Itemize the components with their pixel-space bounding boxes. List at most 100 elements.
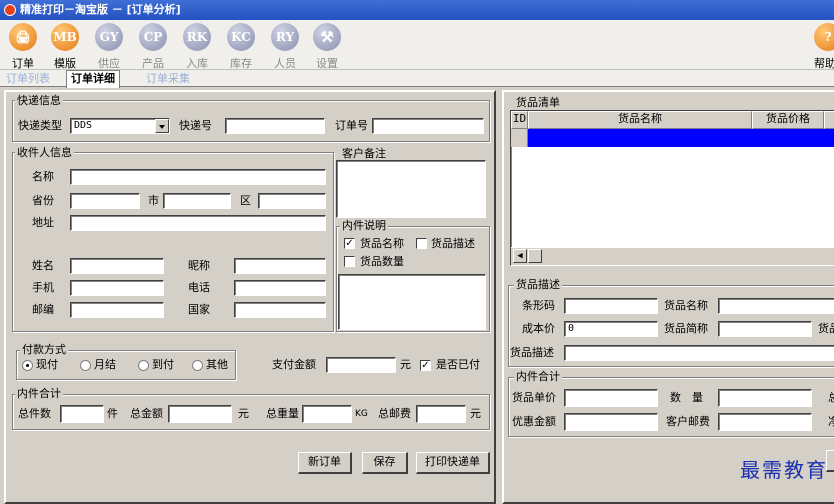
pay-unit-label: 元 bbox=[400, 358, 411, 371]
total-amount-input[interactable] bbox=[168, 405, 232, 423]
monthly-radio[interactable] bbox=[80, 360, 91, 371]
nickname-label: 昵称 bbox=[188, 259, 210, 272]
pay-amount-input[interactable] bbox=[326, 357, 396, 373]
mobile-label: 手机 bbox=[32, 281, 54, 294]
barcode-input[interactable] bbox=[564, 298, 658, 314]
staff-icon: RY bbox=[271, 23, 299, 51]
country-input[interactable] bbox=[234, 302, 326, 318]
opt-desc-checkbox[interactable] bbox=[416, 238, 427, 249]
tab-order-list[interactable]: 订单列表 bbox=[2, 72, 54, 87]
toolbar-product-button[interactable]: CP 产品 bbox=[136, 23, 170, 70]
grid-col-name[interactable]: 货品名称 bbox=[528, 111, 752, 129]
total-amount-label: 总金额 bbox=[130, 407, 163, 420]
new-order-button[interactable]: 新订单 bbox=[298, 452, 352, 474]
template-icon: MB bbox=[51, 23, 79, 51]
cod-radio[interactable] bbox=[138, 360, 149, 371]
goods-desc-input[interactable] bbox=[564, 345, 834, 361]
goods-list-grid[interactable]: ID 货品名称 货品价格 ◀ bbox=[510, 110, 834, 266]
grid-col-extra[interactable] bbox=[824, 111, 834, 129]
opt-qty-checkbox[interactable] bbox=[344, 256, 355, 267]
toolbar-help-button[interactable]: ? 帮助 bbox=[812, 23, 834, 70]
customer-note-textarea[interactable] bbox=[336, 160, 486, 218]
toolbar-stock-button[interactable]: KC 库存 bbox=[224, 23, 258, 70]
toolbar-supply-button[interactable]: GY 供应 bbox=[92, 23, 126, 70]
opt-desc-label: 货品描述 bbox=[431, 237, 475, 250]
toolbar-inbound-label: 入库 bbox=[186, 57, 208, 70]
grid-row-indicator bbox=[511, 129, 528, 147]
total-amount-unit: 元 bbox=[238, 407, 249, 420]
goods-name-label: 货品名称 bbox=[664, 299, 708, 312]
print-express-button[interactable]: 打印快递单 bbox=[416, 452, 490, 474]
inbound-icon: RK bbox=[183, 23, 211, 51]
mobile-input[interactable] bbox=[70, 280, 164, 296]
toolbar-inbound-button[interactable]: RK 入库 bbox=[180, 23, 214, 70]
short-name-label: 货品简称 bbox=[664, 322, 708, 335]
district-input[interactable] bbox=[258, 193, 326, 209]
goods-desc-label: 货品描述 bbox=[510, 346, 554, 359]
horizontal-scrollbar[interactable]: ◀ bbox=[511, 247, 834, 265]
other-radio[interactable] bbox=[192, 360, 203, 371]
total-count-input[interactable] bbox=[60, 405, 104, 423]
scroll-thumb[interactable] bbox=[528, 249, 542, 263]
express-type-label: 快递类型 bbox=[18, 119, 62, 132]
phone-label: 电话 bbox=[188, 281, 210, 294]
payment-legend: 付款方式 bbox=[20, 343, 68, 356]
postage-label: 客户邮费 bbox=[666, 415, 710, 428]
order-detail-panel: 快递信息 快递类型 DDS 快递号 订单号 收件人信息 名称 省份 市 区 地址… bbox=[4, 90, 496, 504]
city-input[interactable] bbox=[163, 193, 231, 209]
discount-input[interactable] bbox=[564, 413, 658, 431]
tools-icon: ⚒ bbox=[313, 23, 341, 51]
toolbar-settings-button[interactable]: ⚒ 设置 bbox=[310, 23, 344, 70]
qty-input[interactable] bbox=[718, 389, 812, 407]
phone-input[interactable] bbox=[234, 280, 326, 296]
cash-label: 现付 bbox=[36, 358, 58, 371]
cost-input[interactable]: 0 bbox=[564, 321, 658, 337]
grid-col-id[interactable]: ID bbox=[511, 111, 528, 129]
order-no-input[interactable] bbox=[372, 118, 484, 134]
watermark-text: 最需教育 bbox=[740, 458, 828, 482]
tab-order-collect[interactable]: 订单采集 bbox=[142, 72, 194, 87]
unit-price-input[interactable] bbox=[564, 389, 658, 407]
goods-panel: 货品清单 ID 货品名称 货品价格 ◀ 货品描述 条形码 货品名称 成本价 0 … bbox=[502, 90, 834, 504]
opt-qty-label: 货品数量 bbox=[360, 255, 404, 268]
postage-input[interactable] bbox=[718, 413, 812, 431]
scroll-left-icon[interactable]: ◀ bbox=[513, 249, 527, 263]
paid-checkbox[interactable]: ✓ bbox=[420, 360, 431, 371]
express-type-select[interactable]: DDS bbox=[70, 118, 170, 134]
toolbar-staff-button[interactable]: RY 人员 bbox=[268, 23, 302, 70]
total-weight-input[interactable] bbox=[302, 405, 352, 423]
name-input[interactable] bbox=[70, 169, 326, 185]
person-input[interactable] bbox=[70, 258, 164, 274]
toolbar-supply-label: 供应 bbox=[98, 57, 120, 70]
monthly-label: 月结 bbox=[94, 358, 116, 371]
toolbar-orders-button[interactable]: 🖨 订单 bbox=[6, 23, 40, 70]
contents-note-legend: 内件说明 bbox=[340, 219, 388, 232]
cost-label: 成本价 bbox=[522, 322, 555, 335]
total-postage-input[interactable] bbox=[416, 405, 466, 423]
receiver-info-legend: 收件人信息 bbox=[15, 146, 74, 159]
zip-label: 邮编 bbox=[32, 303, 54, 316]
contents-note-textarea[interactable] bbox=[338, 274, 486, 330]
paid-label: 是否已付 bbox=[436, 358, 480, 371]
cash-radio[interactable] bbox=[22, 360, 33, 371]
goods-name-input[interactable] bbox=[718, 298, 834, 314]
express-type-value: DDS bbox=[74, 120, 93, 131]
short-name-input[interactable] bbox=[718, 321, 812, 337]
address-input[interactable] bbox=[70, 215, 326, 231]
toolbar-help-label: 帮助 bbox=[814, 57, 834, 70]
grid-col-price[interactable]: 货品价格 bbox=[752, 111, 824, 129]
tab-order-detail[interactable]: 订单详细 bbox=[66, 70, 120, 88]
nickname-input[interactable] bbox=[234, 258, 326, 274]
net-label: 净 bbox=[828, 415, 834, 428]
table-row[interactable] bbox=[528, 129, 834, 147]
save-button[interactable]: 保存 bbox=[362, 452, 408, 474]
province-input[interactable] bbox=[70, 193, 140, 209]
express-no-input[interactable] bbox=[225, 118, 325, 134]
zip-input[interactable] bbox=[70, 302, 164, 318]
chevron-down-icon[interactable] bbox=[155, 119, 169, 133]
toolbar-template-button[interactable]: MB 模版 bbox=[48, 23, 82, 70]
person-label: 姓名 bbox=[32, 259, 54, 272]
opt-name-checkbox[interactable]: ✓ bbox=[344, 238, 355, 249]
qty-label: 数 量 bbox=[670, 391, 703, 404]
goods-desc-legend: 货品描述 bbox=[514, 278, 562, 291]
